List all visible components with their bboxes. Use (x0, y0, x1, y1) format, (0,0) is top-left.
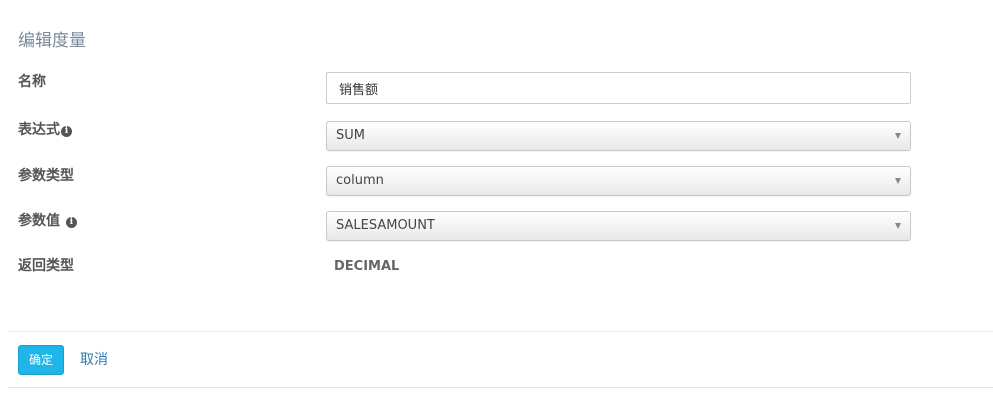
footer-divider (8, 331, 993, 332)
return-type-label-text: 返回类型 (18, 258, 74, 274)
edit-measure-dialog: 编辑度量 名称 表达式i SUM 参数类型 column 参数值 i SALES… (8, 18, 993, 388)
dialog-title: 编辑度量 (18, 31, 86, 51)
return-type-label: 返回类型 (18, 256, 74, 276)
name-input[interactable] (326, 72, 911, 104)
param-type-label: 参数类型 (18, 166, 74, 186)
cancel-button[interactable]: 取消 (80, 351, 108, 369)
param-value-select-value: SALESAMOUNT (336, 218, 435, 233)
confirm-button[interactable]: 确定 (18, 345, 64, 375)
expression-select-value: SUM (336, 128, 365, 143)
param-value-label-text: 参数值 (18, 213, 60, 229)
info-icon[interactable]: i (61, 126, 72, 137)
param-type-select-value: column (336, 173, 384, 188)
param-type-select[interactable]: column (326, 166, 911, 196)
return-type-value: DECIMAL (334, 259, 400, 274)
info-icon[interactable]: i (65, 217, 77, 228)
param-value-select[interactable]: SALESAMOUNT (326, 211, 911, 241)
chevron-down-icon (895, 223, 901, 229)
chevron-down-icon (895, 178, 901, 184)
name-label: 名称 (18, 72, 46, 92)
name-label-text: 名称 (18, 74, 46, 90)
expression-label: 表达式 i (18, 120, 72, 140)
chevron-down-icon (895, 133, 901, 139)
bottom-divider (8, 387, 993, 388)
param-value-label: 参数值 i (18, 211, 77, 231)
expression-label-text: 表达式 (18, 122, 60, 138)
expression-select[interactable]: SUM (326, 121, 911, 151)
param-type-label-text: 参数类型 (18, 168, 74, 184)
